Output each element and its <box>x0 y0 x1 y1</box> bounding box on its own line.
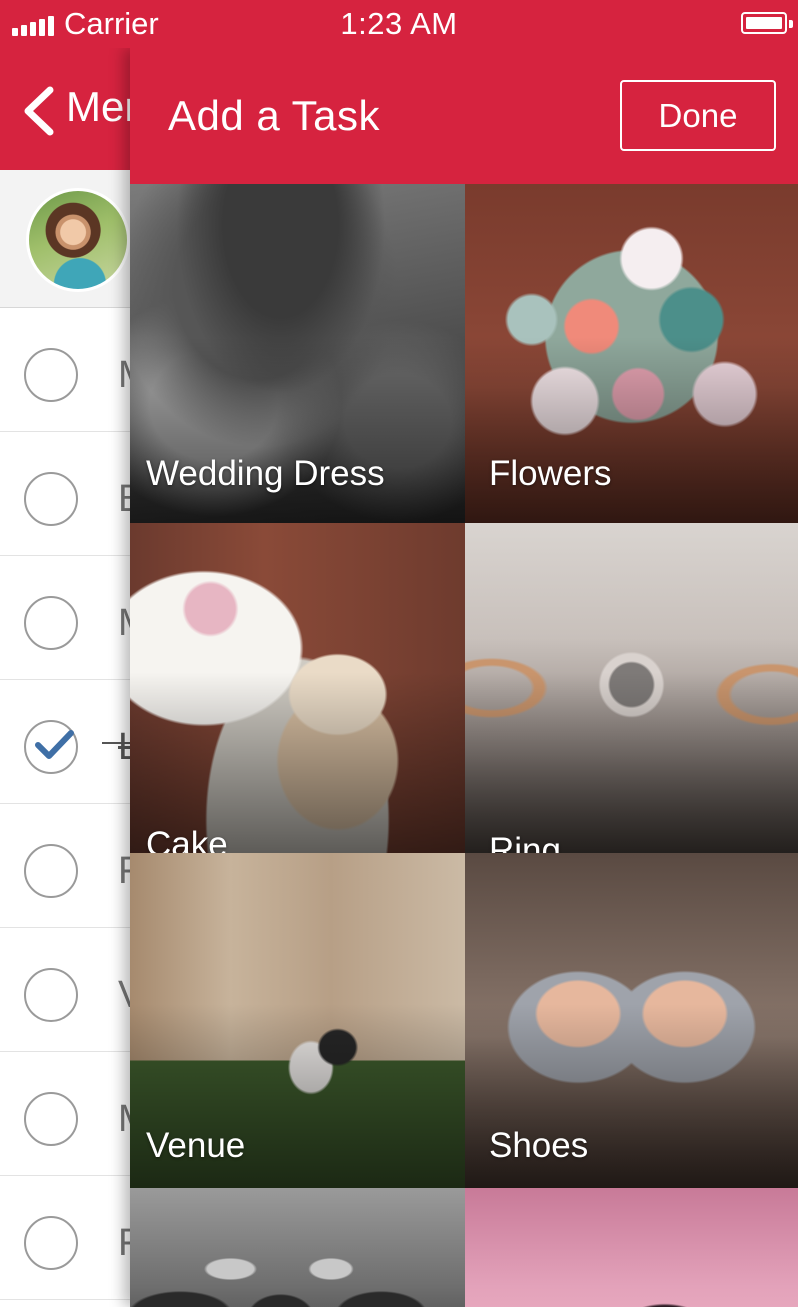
battery-full-icon <box>741 12 793 34</box>
add-task-sheet: Add a Task Done Wedding Dress Flowers Ca… <box>130 48 798 1307</box>
chevron-left-icon[interactable] <box>20 86 60 136</box>
category-tile-shoes[interactable]: Shoes <box>465 853 798 1188</box>
category-label: Wedding Dress <box>146 454 385 493</box>
category-label: Venue <box>146 1126 246 1165</box>
add-task-header: Add a Task Done <box>130 48 798 184</box>
category-tile-sunset[interactable] <box>465 1188 798 1307</box>
category-tile-wedding-dress[interactable]: Wedding Dress <box>130 184 465 523</box>
checkmark-icon <box>35 730 74 759</box>
status-time: 1:23 AM <box>340 6 458 41</box>
status-bar: Carrier 1:23 AM <box>0 0 798 48</box>
avatar <box>26 188 130 292</box>
task-checkbox[interactable] <box>24 844 78 898</box>
task-checkbox-checked[interactable] <box>24 720 78 774</box>
screen: Carrier 1:23 AM Men M B M <box>0 0 798 1307</box>
page-title: Add a Task <box>168 92 381 139</box>
task-checkbox[interactable] <box>24 1092 78 1146</box>
category-tile-ring[interactable]: Ring <box>465 523 798 853</box>
task-checkbox[interactable] <box>24 348 78 402</box>
category-label: Flowers <box>489 454 612 493</box>
category-tile-flowers[interactable]: Flowers <box>465 184 798 523</box>
done-button[interactable]: Done <box>620 80 776 151</box>
category-label: Cake <box>146 825 228 853</box>
task-checkbox[interactable] <box>24 596 78 650</box>
task-checkbox[interactable] <box>24 1216 78 1270</box>
category-tile-wedding-party[interactable] <box>130 1188 465 1307</box>
category-label: Ring <box>489 831 561 853</box>
category-label: Shoes <box>489 1126 589 1165</box>
task-checkbox[interactable] <box>24 472 78 526</box>
category-tile-cake[interactable]: Cake <box>130 523 465 853</box>
task-checkbox[interactable] <box>24 968 78 1022</box>
category-tile-venue[interactable]: Venue <box>130 853 465 1188</box>
